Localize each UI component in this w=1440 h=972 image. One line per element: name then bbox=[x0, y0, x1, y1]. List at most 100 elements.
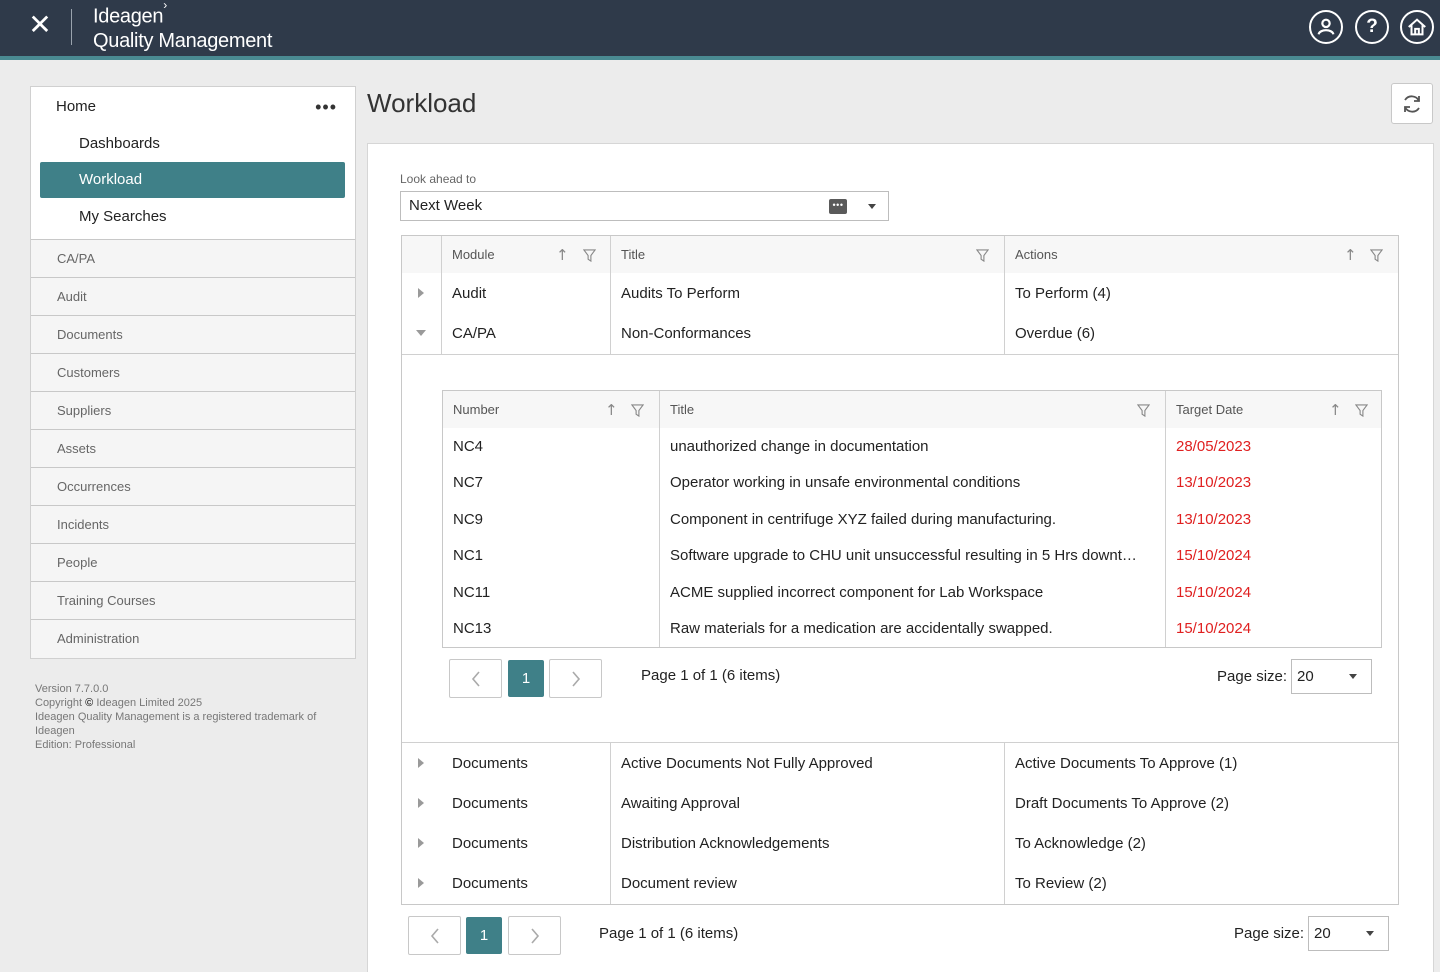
table-row[interactable]: CA/PA Non-Conformances Overdue (6) bbox=[402, 313, 1398, 353]
home-icon[interactable] bbox=[1400, 10, 1434, 44]
detail-grid-header: Number Title Target Date bbox=[443, 391, 1381, 428]
cell-actions[interactable]: Draft Documents To Approve (2) bbox=[1005, 783, 1398, 823]
table-row[interactable]: NC1 Software upgrade to CHU unit unsucce… bbox=[443, 537, 1381, 574]
expand-row-icon[interactable] bbox=[418, 838, 424, 848]
sidebar-item-my-searches[interactable]: My Searches bbox=[31, 198, 355, 235]
table-row[interactable]: NC4 unauthorized change in documentation… bbox=[443, 428, 1381, 464]
header-divider bbox=[71, 9, 72, 45]
sidebar-item-incidents[interactable]: Incidents bbox=[31, 506, 355, 544]
table-row[interactable]: NC9 Component in centrifuge XYZ failed d… bbox=[443, 501, 1381, 537]
column-header-actions[interactable]: Actions bbox=[1005, 236, 1398, 273]
page-number-button[interactable]: 1 bbox=[466, 917, 502, 954]
cell-title: Active Documents Not Fully Approved bbox=[621, 754, 873, 772]
edition-line: Edition: Professional bbox=[35, 739, 136, 751]
cell-title: Non-Conformances bbox=[621, 324, 752, 342]
cell-number[interactable]: NC7 bbox=[443, 464, 659, 501]
sidebar-item-dashboards[interactable]: Dashboards bbox=[31, 125, 355, 162]
refresh-icon bbox=[1404, 94, 1420, 113]
close-icon[interactable]: ✕ bbox=[28, 11, 52, 39]
cell-number[interactable]: NC4 bbox=[443, 428, 659, 464]
page-size-label: Page size: bbox=[1234, 925, 1305, 942]
non-conformances-detail-grid: Number Title Target Date ↑ ↑ NC4 unautho… bbox=[442, 390, 1382, 648]
column-header-title[interactable]: Title bbox=[611, 236, 1005, 273]
table-row[interactable]: Documents Awaiting Approval Draft Docume… bbox=[402, 783, 1398, 823]
cell-actions[interactable]: Overdue (6) bbox=[1005, 313, 1398, 353]
cell-actions[interactable]: To Perform (4) bbox=[1005, 273, 1398, 313]
expand-row-icon[interactable] bbox=[418, 758, 424, 768]
cell-number[interactable]: NC11 bbox=[443, 574, 659, 610]
cell-actions[interactable]: To Acknowledge (2) bbox=[1005, 823, 1398, 863]
table-row[interactable]: NC7 Operator working in unsafe environme… bbox=[443, 464, 1381, 501]
expand-row-icon[interactable] bbox=[418, 288, 424, 298]
help-icon[interactable]: ? bbox=[1355, 10, 1389, 44]
row-divider bbox=[402, 354, 1398, 355]
table-row[interactable]: Audit Audits To Perform To Perform (4) bbox=[402, 273, 1398, 313]
filter-icon[interactable] bbox=[631, 404, 644, 417]
cell-actions[interactable]: To Review (2) bbox=[1005, 863, 1398, 903]
sidebar-item-assets[interactable]: Assets bbox=[31, 430, 355, 468]
look-ahead-select[interactable]: Next Week bbox=[400, 191, 889, 221]
chevron-down-icon[interactable] bbox=[1349, 674, 1357, 679]
sidebar-item-suppliers[interactable]: Suppliers bbox=[31, 392, 355, 430]
page-size-select[interactable]: 20 bbox=[1308, 916, 1389, 951]
refresh-button[interactable] bbox=[1391, 83, 1433, 124]
cell-title: unauthorized change in documentation bbox=[670, 437, 929, 455]
previous-page-button[interactable] bbox=[449, 659, 502, 698]
filter-icon[interactable] bbox=[1137, 404, 1150, 417]
sidebar-item-home[interactable]: Home ••• bbox=[31, 87, 355, 125]
cell-number[interactable]: NC1 bbox=[443, 537, 659, 574]
cell-module: Documents bbox=[452, 874, 528, 892]
sidebar-item-occurrences[interactable]: Occurrences bbox=[31, 468, 355, 506]
cell-actions[interactable]: Active Documents To Approve (1) bbox=[1005, 743, 1398, 783]
cell-number[interactable]: NC13 bbox=[443, 610, 659, 647]
filter-icon[interactable] bbox=[1355, 404, 1368, 417]
page-number-button[interactable]: 1 bbox=[508, 660, 544, 697]
table-row[interactable]: Documents Distribution Acknowledgements … bbox=[402, 823, 1398, 863]
table-row[interactable]: Documents Active Documents Not Fully App… bbox=[402, 743, 1398, 783]
next-page-button[interactable] bbox=[549, 659, 602, 698]
sort-arrow-icon[interactable]: ↑ bbox=[1344, 246, 1357, 264]
cell-title: ACME supplied incorrect component for La… bbox=[670, 583, 1044, 601]
sort-arrow-icon[interactable]: ↑ bbox=[556, 246, 569, 264]
sidebar-item-workload[interactable]: Workload bbox=[40, 162, 345, 198]
next-page-button[interactable] bbox=[508, 916, 561, 955]
cell-title: Software upgrade to CHU unit unsuccessfu… bbox=[670, 547, 1137, 564]
brand-product-name: Quality Management bbox=[93, 30, 273, 52]
chevron-down-icon[interactable] bbox=[868, 204, 876, 209]
sidebar-item-audit[interactable]: Audit bbox=[31, 278, 355, 316]
cell-target-date: 28/05/2023 bbox=[1176, 437, 1252, 455]
sort-arrow-icon[interactable]: ↑ bbox=[1329, 401, 1342, 419]
expand-row-icon[interactable] bbox=[418, 798, 424, 808]
table-row[interactable]: Documents Document review To Review (2) bbox=[402, 863, 1398, 903]
sidebar-item-administration[interactable]: Administration bbox=[31, 620, 355, 658]
previous-page-button[interactable] bbox=[408, 916, 461, 955]
sidebar-item-customers[interactable]: Customers bbox=[31, 354, 355, 392]
chevron-down-icon[interactable] bbox=[1366, 931, 1374, 936]
filter-icon[interactable] bbox=[1370, 249, 1383, 262]
sidebar-item-documents[interactable]: Documents bbox=[31, 316, 355, 354]
table-row[interactable]: NC13 Raw materials for a medication are … bbox=[443, 610, 1381, 647]
page-size-label: Page size: bbox=[1217, 668, 1288, 685]
cell-number[interactable]: NC9 bbox=[443, 501, 659, 537]
user-profile-icon[interactable] bbox=[1309, 10, 1343, 44]
sidebar-item-training-courses[interactable]: Training Courses bbox=[31, 582, 355, 620]
cell-module: CA/PA bbox=[452, 324, 496, 342]
collapse-row-icon[interactable] bbox=[416, 330, 426, 336]
cell-title: Distribution Acknowledgements bbox=[621, 834, 830, 852]
more-options-icon[interactable]: ••• bbox=[315, 87, 337, 127]
sidebar-item-capa[interactable]: CA/PA bbox=[31, 240, 355, 278]
cell-module: Documents bbox=[452, 794, 528, 812]
sort-arrow-icon[interactable]: ↑ bbox=[605, 401, 618, 419]
column-header-target-date[interactable]: Target Date bbox=[1166, 391, 1381, 428]
pager-summary: Page 1 of 1 (6 items) bbox=[599, 925, 739, 942]
sidebar-item-people[interactable]: People bbox=[31, 544, 355, 582]
table-row[interactable]: NC11 ACME supplied incorrect component f… bbox=[443, 574, 1381, 610]
filter-icon[interactable] bbox=[976, 249, 989, 262]
page-size-select[interactable]: 20 bbox=[1291, 659, 1372, 694]
date-picker-icon[interactable]: ••• bbox=[829, 199, 847, 214]
column-header-number[interactable]: Number bbox=[443, 391, 659, 428]
column-header-title[interactable]: Title bbox=[660, 391, 1165, 428]
trademark-line: Ideagen Quality Management is a register… bbox=[35, 711, 317, 737]
filter-icon[interactable] bbox=[583, 249, 596, 262]
expand-row-icon[interactable] bbox=[418, 878, 424, 888]
